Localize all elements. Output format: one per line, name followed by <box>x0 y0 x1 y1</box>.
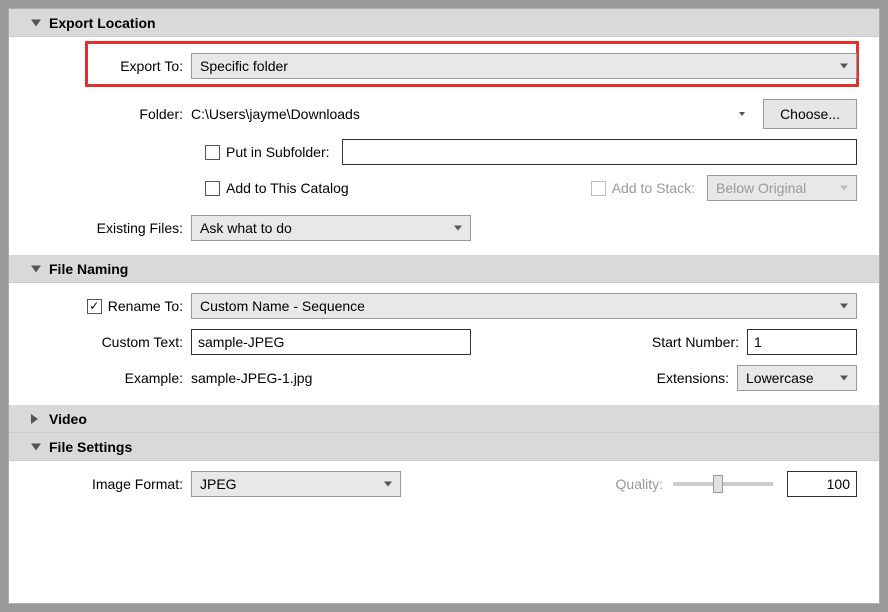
existing-files-label: Existing Files: <box>31 220 191 236</box>
folder-path: C:\Users\jayme\Downloads <box>191 106 739 122</box>
start-number-input[interactable]: 1 <box>747 329 857 355</box>
section-title: File Settings <box>49 439 132 455</box>
rename-to-label: Rename To: <box>108 298 183 314</box>
add-to-catalog-checkbox[interactable] <box>205 181 220 196</box>
choose-button[interactable]: Choose... <box>763 99 857 129</box>
quality-label: Quality: <box>616 476 663 492</box>
image-format-dropdown[interactable]: JPEG <box>191 471 401 497</box>
section-header-export-location[interactable]: Export Location <box>9 9 879 37</box>
existing-files-dropdown[interactable]: Ask what to do <box>191 215 471 241</box>
quality-slider[interactable] <box>673 482 773 486</box>
chevron-down-icon <box>840 304 848 309</box>
export-to-value: Specific folder <box>200 58 288 74</box>
stack-position-value: Below Original <box>716 180 806 196</box>
custom-text-label: Custom Text: <box>31 334 191 350</box>
rename-template-dropdown[interactable]: Custom Name - Sequence <box>191 293 857 319</box>
example-label: Example: <box>31 370 191 386</box>
chevron-right-icon <box>31 414 38 424</box>
chevron-down-icon <box>384 482 392 487</box>
rename-template-value: Custom Name - Sequence <box>200 298 365 314</box>
add-to-stack-label: Add to Stack: <box>612 180 695 196</box>
start-number-label: Start Number: <box>652 334 747 350</box>
image-format-label: Image Format: <box>31 476 191 492</box>
export-to-label: Export To: <box>31 58 191 74</box>
section-header-file-naming[interactable]: File Naming <box>9 255 879 283</box>
chevron-down-icon <box>31 265 41 272</box>
chevron-down-icon <box>454 226 462 231</box>
example-value: sample-JPEG-1.jpg <box>191 370 312 386</box>
subfolder-input[interactable] <box>342 139 857 165</box>
existing-files-value: Ask what to do <box>200 220 292 236</box>
add-to-catalog-label: Add to This Catalog <box>226 180 349 196</box>
add-to-stack-checkbox <box>591 181 606 196</box>
quality-input[interactable]: 100 <box>787 471 857 497</box>
section-title: Export Location <box>49 15 156 31</box>
rename-to-checkbox[interactable] <box>87 299 102 314</box>
extensions-label: Extensions: <box>657 370 737 386</box>
chevron-down-icon <box>31 19 41 26</box>
chevron-down-icon <box>31 443 41 450</box>
extensions-value: Lowercase <box>746 370 814 386</box>
section-header-file-settings[interactable]: File Settings <box>9 433 879 461</box>
put-in-subfolder-label: Put in Subfolder: <box>226 144 330 160</box>
chevron-down-icon <box>840 186 848 191</box>
folder-label: Folder: <box>31 106 191 122</box>
stack-position-dropdown: Below Original <box>707 175 857 201</box>
folder-path-menu-icon[interactable] <box>739 112 745 116</box>
section-title: Video <box>49 411 87 427</box>
put-in-subfolder-checkbox[interactable] <box>205 145 220 160</box>
chevron-down-icon <box>840 376 848 381</box>
section-title: File Naming <box>49 261 128 277</box>
slider-thumb[interactable] <box>713 475 723 493</box>
custom-text-input[interactable]: sample-JPEG <box>191 329 471 355</box>
image-format-value: JPEG <box>200 476 237 492</box>
chevron-down-icon <box>840 64 848 69</box>
export-to-dropdown[interactable]: Specific folder <box>191 53 857 79</box>
section-header-video[interactable]: Video <box>9 405 879 433</box>
extensions-dropdown[interactable]: Lowercase <box>737 365 857 391</box>
